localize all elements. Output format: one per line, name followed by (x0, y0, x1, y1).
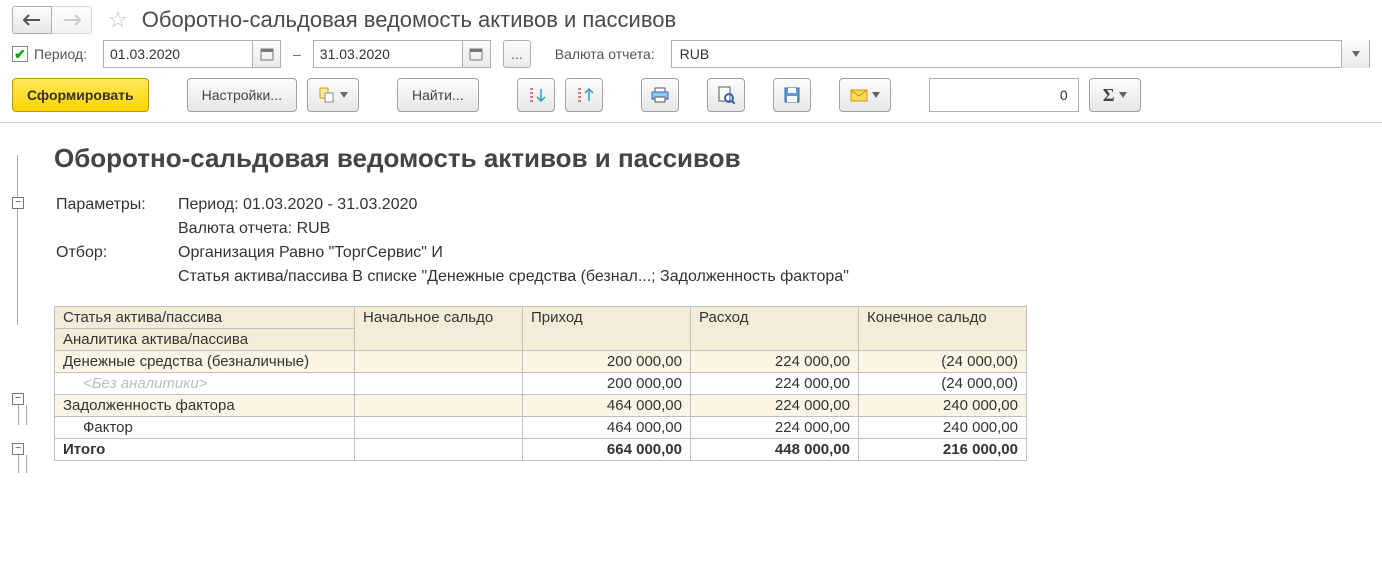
col-header-start: Начальное сальдо (355, 307, 523, 351)
col-header-out: Расход (691, 307, 859, 351)
tree-toggle[interactable]: − (12, 393, 24, 405)
tree-gutter: − − − (12, 131, 46, 481)
table-row[interactable]: Денежные средства (безналичные) 200 000,… (55, 351, 1027, 373)
currency-label: Валюта отчета: (555, 46, 655, 62)
forward-button[interactable] (52, 6, 92, 34)
report-params: Параметры: Период: 01.03.2020 - 31.03.20… (54, 192, 861, 290)
table-row[interactable]: <Без аналитики> 200 000,00 224 000,00 (2… (55, 373, 1027, 395)
period-label: Период: (34, 46, 87, 62)
period-checkbox[interactable]: ✔ (12, 46, 28, 62)
date-from-group: 01.03.2020 (103, 40, 281, 68)
settings-button[interactable]: Настройки... (187, 78, 297, 112)
date-to-input[interactable]: 31.03.2020 (313, 40, 463, 68)
calendar-icon[interactable] (253, 40, 281, 68)
report-area: − − − Оборотно-сальдовая ведомость актив… (0, 122, 1382, 481)
save-button[interactable] (773, 78, 811, 112)
report-content: Оборотно-сальдовая ведомость активов и п… (46, 131, 1382, 481)
period-select-button[interactable]: ... (503, 40, 531, 68)
nav-group (12, 6, 92, 34)
filter-line-2: Статья актива/пассива В списке "Денежные… (178, 266, 859, 288)
filter-label: Отбор: (56, 242, 176, 264)
find-button[interactable]: Найти... (397, 78, 479, 112)
page-title: Оборотно-сальдовая ведомость активов и п… (142, 7, 676, 33)
favorite-star-icon[interactable]: ☆ (108, 7, 128, 33)
date-from-input[interactable]: 01.03.2020 (103, 40, 253, 68)
email-button[interactable] (839, 78, 891, 112)
action-bar: Сформировать Настройки... Найти... 0 Σ (0, 72, 1382, 122)
col-header-item: Статья актива/пассива (55, 307, 355, 329)
report-title: Оборотно-сальдовая ведомость активов и п… (54, 143, 1382, 174)
col-header-in: Приход (523, 307, 691, 351)
col-header-end: Конечное сальдо (859, 307, 1027, 351)
col-header-analytics: Аналитика актива/пассива (55, 329, 355, 351)
currency-select[interactable]: RUB (671, 40, 1370, 68)
tree-toggle[interactable]: − (12, 197, 24, 209)
calendar-icon[interactable] (463, 40, 491, 68)
title-bar: ☆ Оборотно-сальдовая ведомость активов и… (0, 0, 1382, 36)
expand-tree-button[interactable] (517, 78, 555, 112)
table-row[interactable]: Задолженность фактора 464 000,00 224 000… (55, 395, 1027, 417)
sum-button[interactable]: Σ (1089, 78, 1141, 112)
param-currency: Валюта отчета: RUB (178, 218, 859, 240)
back-button[interactable] (12, 6, 52, 34)
number-field[interactable]: 0 (929, 78, 1079, 112)
print-button[interactable] (641, 78, 679, 112)
collapse-tree-button[interactable] (565, 78, 603, 112)
currency-value: RUB (672, 46, 1341, 62)
date-to-group: 31.03.2020 (313, 40, 491, 68)
date-dash: – (293, 46, 301, 62)
generate-button[interactable]: Сформировать (12, 78, 149, 112)
param-period: Период: 01.03.2020 - 31.03.2020 (178, 194, 859, 216)
report-table: Статья актива/пассива Начальное сальдо П… (54, 306, 1027, 461)
preview-button[interactable] (707, 78, 745, 112)
filter-bar: ✔ Период: 01.03.2020 – 31.03.2020 ... Ва… (0, 36, 1382, 72)
params-label: Параметры: (56, 194, 176, 216)
table-row[interactable]: Фактор 464 000,00 224 000,00 240 000,00 (55, 417, 1027, 439)
filter-line-1: Организация Равно "ТоргСервис" И (178, 242, 859, 264)
table-total-row: Итого 664 000,00 448 000,00 216 000,00 (55, 439, 1027, 461)
paste-settings-button[interactable] (307, 78, 359, 112)
chevron-down-icon[interactable] (1341, 40, 1369, 68)
tree-toggle[interactable]: − (12, 443, 24, 455)
